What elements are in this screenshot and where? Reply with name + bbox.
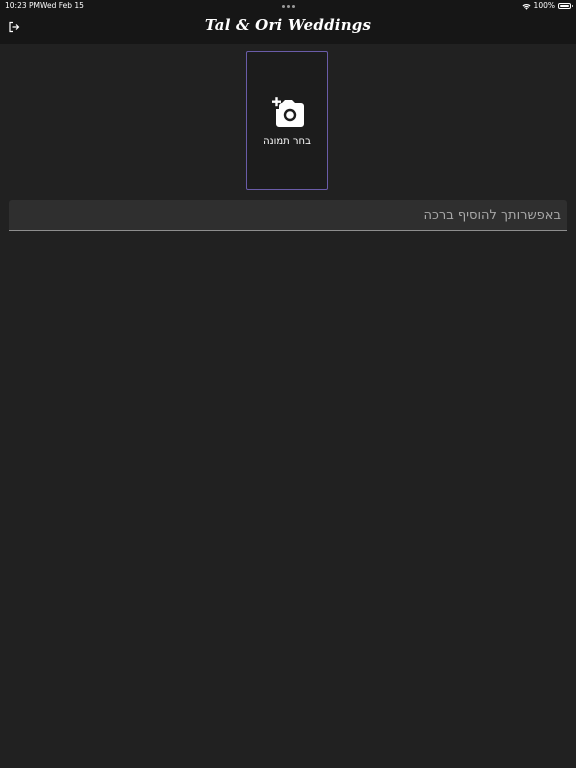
status-right: 100%: [522, 0, 573, 12]
wifi-icon: [522, 3, 531, 10]
battery-percentage: 100%: [533, 1, 555, 10]
status-bar: 10:23 PM Wed Feb 15 100%: [0, 0, 576, 12]
navigation-bar: Tal & Ori Weddings: [0, 12, 576, 44]
multitasking-dots-icon[interactable]: [282, 5, 295, 8]
battery-icon: [558, 3, 573, 9]
add-photo-icon: [272, 97, 304, 127]
status-time: 10:23 PM: [5, 1, 40, 10]
select-image-label: בחר תמונה: [263, 136, 311, 147]
select-image-button[interactable]: בחר תמונה: [246, 51, 328, 190]
page-title: Tal & Ori Weddings: [204, 16, 372, 34]
status-date: Wed Feb 15: [40, 1, 84, 10]
greeting-message-input[interactable]: [9, 200, 567, 231]
